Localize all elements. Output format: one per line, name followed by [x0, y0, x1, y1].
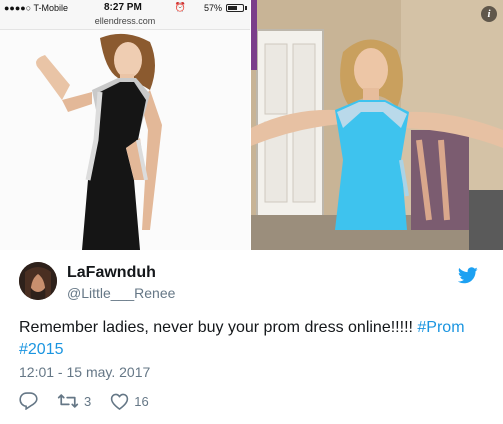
avatar[interactable] [19, 262, 57, 300]
display-name[interactable]: LaFawnduh [67, 264, 156, 282]
online-dress-screenshot: ●●●●○ T-Mobile 8:27 PM ⏰ 57% ellendress.… [0, 0, 250, 250]
reply-button[interactable] [19, 392, 38, 410]
tweet-text: Remember ladies, never buy your prom dre… [19, 317, 489, 361]
retweet-count: 3 [84, 393, 92, 409]
heart-icon [111, 393, 129, 410]
tweet-actions: 3 16 [19, 391, 168, 411]
user-handle[interactable]: @Little___Renee [67, 285, 175, 301]
url-text: ellendress.com [94, 16, 156, 26]
browser-url-bar: ellendress.com [0, 16, 250, 30]
avatar-image [19, 262, 57, 300]
retweet-button[interactable]: 3 [57, 393, 91, 409]
reply-icon [19, 392, 38, 410]
alarm-icon: ⏰ [174, 2, 186, 12]
real-dress-photo: i [251, 0, 503, 250]
model-in-black-dress-illustration [0, 30, 250, 250]
girl-in-blue-dress-illustration [251, 0, 503, 250]
hashtag-2015[interactable]: #2015 [19, 341, 64, 358]
tweet-timestamp[interactable]: 12:01 - 15 may. 2017 [19, 364, 150, 380]
product-photo [0, 30, 250, 250]
hashtag-prom[interactable]: #Prom [417, 319, 464, 336]
status-time: 8:27 PM [104, 2, 142, 13]
info-icon[interactable]: i [481, 6, 497, 22]
battery-percent: 57% [203, 3, 222, 13]
phone-status-bar: ●●●●○ T-Mobile 8:27 PM ⏰ 57% [0, 0, 250, 16]
tweet-body: Remember ladies, never buy your prom dre… [19, 319, 418, 336]
retweet-icon [57, 394, 79, 408]
twitter-bird-icon[interactable] [457, 267, 478, 284]
carrier-label: ●●●●○ T-Mobile [4, 3, 69, 13]
like-count: 16 [134, 393, 149, 409]
tweet-media[interactable]: ●●●●○ T-Mobile 8:27 PM ⏰ 57% ellendress.… [0, 0, 503, 250]
battery-icon [226, 4, 244, 12]
like-button[interactable]: 16 [110, 393, 149, 410]
